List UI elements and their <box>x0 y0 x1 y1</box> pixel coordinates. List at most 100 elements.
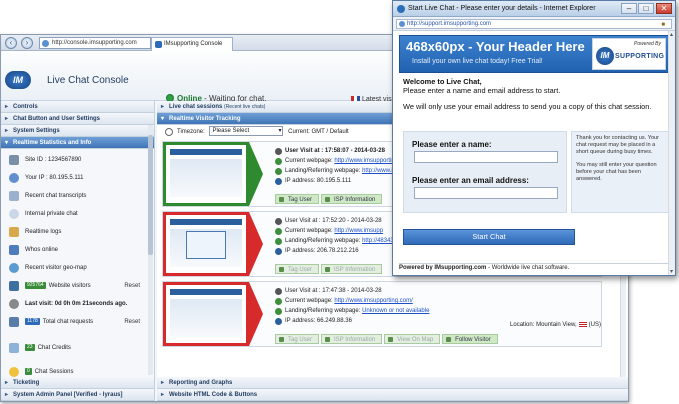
sidebar-item-geo-map[interactable]: Recent visitor geo-map <box>1 259 154 277</box>
welcome-instructions: Please enter a name and email address to… <box>403 86 561 95</box>
maximize-button[interactable]: □ <box>638 3 654 14</box>
visitor-idle-arrow-icon <box>249 212 263 276</box>
sidebar: Controls Chat Button and User Settings S… <box>1 101 155 401</box>
address-text: http://console.imsupporting.com <box>52 40 137 46</box>
visit-time-text: User Visit at : 17:47:38 - 2014-03-28 <box>285 288 382 294</box>
sidebar-item-private-chat[interactable]: Internal private chat <box>1 205 154 223</box>
sidebar-bottom-sections: Ticketing System Admin Panel [Verified -… <box>1 377 154 401</box>
webpage-icon <box>275 298 282 305</box>
current-webpage-link[interactable]: http://www.imsupp <box>334 228 383 234</box>
popup-titlebar[interactable]: Start Live Chat - Please enter your deta… <box>393 1 675 17</box>
supporting-text: SUPPORTING <box>615 53 665 60</box>
sidebar-item-transcripts[interactable]: Recent chat transcripts <box>1 187 154 205</box>
visitor-info: User Visit at : 17:47:38 - 2014-03-28 Cu… <box>275 286 597 326</box>
minimize-button[interactable]: – <box>621 3 637 14</box>
back-arrow-icon[interactable]: ‹ <box>5 37 17 49</box>
ie-icon <box>397 5 405 13</box>
landing-link[interactable]: Unknown or not available <box>362 308 429 314</box>
chat-sessions-count: 0 <box>25 367 32 375</box>
popup-footer: Powered by IMsupporting.com - Worldwide … <box>399 263 669 271</box>
popup-scrollbar[interactable] <box>668 31 675 275</box>
tag-user-button[interactable]: Tag User <box>275 264 320 274</box>
sidebar-item-total-chat: 1178 Total chat requests Reset <box>1 313 154 331</box>
sidebar-item-website-visitors: 925764 Website visitors Reset <box>1 277 154 295</box>
question-notice-text: You may still enter your question before… <box>576 162 657 182</box>
follow-visitor-button[interactable]: Follow Visitor <box>442 334 498 344</box>
powered-by-text: Powered By <box>634 41 661 47</box>
imsupporting-logo: IM <box>5 71 31 89</box>
total-chat-count: 1178 <box>25 317 40 325</box>
address-bar[interactable]: http://console.imsupporting.com <box>39 37 151 49</box>
sidebar-item-whos-online[interactable]: Whos online <box>1 241 154 259</box>
powered-by-logo[interactable]: Powered By IM SUPPORTING <box>592 38 666 70</box>
welcome-message: Welcome to Live Chat, Please enter a nam… <box>403 77 669 111</box>
section-title: Live chat sessions <box>169 104 223 110</box>
forward-arrow-icon[interactable]: › <box>21 37 33 49</box>
user-icon <box>275 218 282 225</box>
thumb-header <box>170 149 242 155</box>
globe-icon <box>42 40 49 47</box>
visitors-icon <box>9 281 19 291</box>
current-webpage-link[interactable]: http://www.imsupporting.com/ <box>334 298 412 304</box>
timezone-select[interactable]: Please Select <box>209 126 284 137</box>
landing-icon <box>275 238 282 245</box>
reset-chat-button[interactable]: Reset <box>124 313 140 331</box>
site-favicon-icon <box>155 41 162 48</box>
clock-icon <box>165 128 173 136</box>
visitor-page-thumbnail[interactable] <box>163 282 249 346</box>
footer-link[interactable]: IMsupporting.com <box>434 265 486 271</box>
banner-title: 468x60px - Your Header Here <box>406 39 585 54</box>
isp-information-button[interactable]: ISP Information <box>321 264 383 274</box>
sidebar-scrollbar[interactable] <box>148 125 153 375</box>
section-html-code[interactable]: Website HTML Code & Buttons <box>157 389 628 401</box>
tag-user-button[interactable]: Tag User <box>275 334 320 344</box>
visit-time-text: User Visit at : 17:58:07 - 2014-03-28 <box>285 148 385 154</box>
sidebar-section-admin-panel[interactable]: System Admin Panel [Verified - lyraus] <box>1 389 154 401</box>
computer-icon <box>275 178 282 185</box>
popup-title: Start Live Chat - Please enter your deta… <box>408 5 596 12</box>
isp-information-button[interactable]: ISP Information <box>321 194 383 204</box>
isp-information-button[interactable]: ISP Information <box>321 334 383 344</box>
sidebar-list: Site ID : 1234567890 Your IP : 80.195.5.… <box>1 149 154 381</box>
popup-address-row: http://support.imsupporting.com ■ <box>393 17 675 31</box>
queue-notice: Thank you for contacting us. Your chat r… <box>571 131 669 213</box>
popup-address-bar[interactable]: http://support.imsupporting.com ■ <box>396 19 672 29</box>
start-chat-button[interactable]: Start Chat <box>403 229 575 245</box>
tag-user-button[interactable]: Tag User <box>275 194 320 204</box>
banner-subtitle: Install your own live chat today! Free T… <box>412 58 543 65</box>
footer-rest: - Worldwide live chat software. <box>486 265 570 271</box>
website-visitors-label: Website visitors <box>48 283 91 289</box>
sidebar-item-label: Recent visitor geo-map <box>25 265 87 271</box>
sidebar-item-realtime-logs[interactable]: Realtime logs <box>1 223 154 241</box>
name-input[interactable] <box>414 151 558 163</box>
landing-label: Landing/Referring webpage: <box>285 238 363 244</box>
visitor-actions: Tag User ISP Information View On Map Follow… <box>275 334 500 344</box>
close-button[interactable]: ✕ <box>656 3 672 14</box>
website-visitors-count: 925764 <box>25 281 46 289</box>
sidebar-section-realtime-stats[interactable]: Realtime Statistics and Info <box>1 137 154 149</box>
sidebar-section-ticketing[interactable]: Ticketing <box>1 377 154 389</box>
visitor-page-thumbnail[interactable] <box>163 142 249 206</box>
thumb-body <box>170 299 242 337</box>
im-logo-icon: IM <box>596 47 614 65</box>
view-on-map-button[interactable]: View On Map <box>384 334 441 344</box>
webpage-icon <box>275 228 282 235</box>
visit-time: User Visit at : 17:47:38 - 2014-03-28 <box>275 286 597 296</box>
visitor-active-arrow-icon <box>249 142 263 206</box>
sidebar-scroll-thumb[interactable] <box>148 135 153 255</box>
browser-tab[interactable]: IMsupporting Console <box>151 37 233 51</box>
reset-visitors-button[interactable]: Reset <box>124 277 140 295</box>
globe-icon <box>399 21 405 27</box>
tab-label: IMsupporting Console <box>164 41 223 47</box>
email-input[interactable] <box>414 187 558 199</box>
user-icon <box>275 148 282 155</box>
section-reporting[interactable]: Reporting and Graphs <box>157 377 628 389</box>
visit-time-text: User Visit at : 17:52:20 - 2014-03-28 <box>285 218 382 224</box>
visitor-page-thumbnail[interactable] <box>163 212 249 276</box>
clock-icon <box>9 299 19 309</box>
sidebar-section-chat-button-settings[interactable]: Chat Button and User Settings <box>1 113 154 125</box>
location-country: (US) <box>588 322 601 329</box>
globe-icon <box>9 263 19 273</box>
sidebar-section-system-settings[interactable]: System Settings <box>1 125 154 137</box>
sidebar-section-controls[interactable]: Controls <box>1 101 154 113</box>
